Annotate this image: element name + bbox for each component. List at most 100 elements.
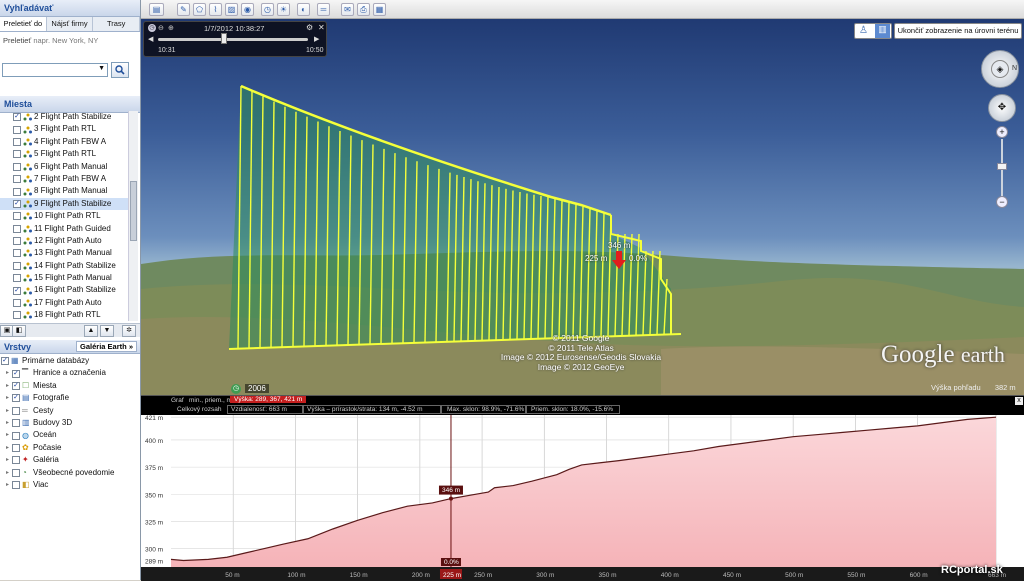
layer-checkbox[interactable] [12, 443, 20, 452]
place-checkbox[interactable] [13, 187, 21, 196]
layer-item[interactable]: ✓ ▦ Primárne databázy [0, 355, 140, 367]
planets-icon[interactable]: ◐ [297, 3, 310, 16]
north-icon[interactable]: N [1012, 65, 1017, 72]
place-item[interactable]: 10 Flight Path RTL [0, 210, 130, 222]
move-up-button[interactable]: ▲ [84, 325, 98, 337]
place-checkbox[interactable] [13, 125, 21, 134]
tab-directions[interactable]: Trasy [93, 17, 140, 31]
layer-checkbox[interactable] [12, 419, 20, 428]
place-checkbox[interactable] [13, 274, 21, 283]
place-checkbox[interactable] [13, 175, 21, 184]
places-scrollbar[interactable] [128, 111, 138, 321]
layer-checkbox[interactable] [12, 468, 20, 477]
search-button[interactable] [111, 62, 129, 78]
place-item[interactable]: ✓ 16 Flight Path Stabilize [0, 284, 130, 296]
layer-checkbox[interactable]: ✓ [12, 394, 20, 403]
layer-item[interactable]: ▸ ═ Cesty [0, 405, 140, 417]
place-checkbox[interactable]: ✓ [13, 286, 21, 295]
time-handle[interactable] [221, 33, 227, 44]
zoom-out-button[interactable]: − [996, 196, 1008, 208]
layer-checkbox[interactable] [12, 456, 20, 465]
time-settings-icon[interactable]: ⚙ [306, 23, 313, 32]
path-icon[interactable]: ⌇ [209, 3, 222, 16]
maps-icon[interactable]: ▦ [373, 3, 386, 16]
place-item[interactable]: 12 Flight Path Auto [0, 235, 130, 247]
place-item[interactable]: 5 Flight Path RTL [0, 148, 130, 160]
move-control[interactable]: ✥ [988, 94, 1016, 122]
place-item[interactable]: ✓ 2 Flight Path Stabilize [0, 111, 130, 123]
place-item[interactable]: 11 Flight Path Guided [0, 223, 130, 235]
place-item[interactable]: 8 Flight Path Manual [0, 185, 130, 197]
placemark-icon[interactable]: ✎ [177, 3, 190, 16]
polygon-icon[interactable]: ⬠ [193, 3, 206, 16]
place-checkbox[interactable] [13, 237, 21, 246]
earth-3d-view[interactable]: 346 m 225 m 0.0% ◷ ⊖ ⊕ 1/7/2012 10:38:27… [141, 19, 1024, 395]
elevation-chart[interactable]: 421 m 400 m 375 m 350 m 325 m 300 m 289 m 50 m 1… [141, 415, 1024, 581]
exit-ground-level-button[interactable]: Ukončiť zobrazenie na úrovni terénu [894, 23, 1022, 39]
layer-item[interactable]: ▸ ✿ Počasie [0, 442, 140, 454]
place-checkbox[interactable] [13, 299, 21, 308]
tour-icon[interactable]: ◉ [241, 3, 254, 16]
sidebar-toggle-icon[interactable]: ▤ [149, 3, 164, 16]
scrollbar-thumb[interactable] [130, 181, 137, 241]
email-icon[interactable]: ✉ [341, 3, 354, 16]
place-checkbox[interactable] [13, 261, 21, 270]
places-toggle-icon[interactable]: ◧ [12, 325, 26, 337]
zoom-slider-handle[interactable] [997, 163, 1007, 170]
layer-item[interactable]: ▸ ✦ Galéria [0, 454, 140, 466]
layer-item[interactable]: ▸ ✓ ☐ Miesta [0, 380, 140, 392]
place-item[interactable]: ✓ 9 Flight Path Stabilize [0, 197, 130, 211]
close-icon[interactable]: ✕ [318, 23, 325, 32]
tab-find-business[interactable]: Nájsť firmy [46, 17, 94, 31]
layer-checkbox[interactable] [12, 406, 20, 415]
layer-item[interactable]: ▸ ✓ ▔ Hranice a označenia [0, 367, 140, 379]
layer-item[interactable]: ▸ ◧ Viac [0, 479, 140, 491]
place-checkbox[interactable] [13, 311, 21, 320]
place-item[interactable]: 3 Flight Path RTL [0, 123, 130, 135]
place-item[interactable]: 7 Flight Path FBW A [0, 173, 130, 185]
place-item[interactable]: 6 Flight Path Manual [0, 161, 130, 173]
place-checkbox[interactable] [13, 137, 21, 146]
layer-item[interactable]: ▸ ✓ ▤ Fotografie [0, 392, 140, 404]
altitude-stats[interactable]: Výška: 289, 367, 421 m [230, 396, 307, 403]
time-forward-icon[interactable]: ▶ [314, 35, 319, 43]
zoom-in-button[interactable]: + [996, 126, 1008, 138]
zoom-out-time-icon[interactable]: ⊖ [158, 24, 164, 32]
layer-checkbox[interactable]: ✓ [12, 369, 20, 378]
place-checkbox[interactable]: ✓ [13, 113, 21, 122]
ground-level-mode-toggle[interactable]: ♙ ▥ [854, 23, 892, 39]
place-item[interactable]: 15 Flight Path Manual [0, 272, 130, 284]
ruler-icon[interactable]: ═ [317, 3, 330, 16]
layer-checkbox[interactable] [12, 481, 20, 490]
place-item[interactable]: 18 Flight Path RTL [0, 309, 130, 321]
time-track[interactable] [158, 38, 308, 41]
place-checkbox[interactable] [13, 162, 21, 171]
layer-checkbox[interactable] [12, 431, 20, 440]
earth-gallery-button[interactable]: Galéria Earth » [76, 341, 137, 352]
layer-item[interactable]: ▸ ◍ Oceán [0, 429, 140, 441]
place-checkbox[interactable]: ✓ [13, 199, 21, 208]
place-checkbox[interactable] [13, 150, 21, 159]
zoom-in-time-icon[interactable]: ⊕ [168, 24, 174, 32]
print-icon[interactable]: ⎙ [357, 3, 370, 16]
move-down-button[interactable]: ▼ [100, 325, 114, 337]
layer-item[interactable]: ▸ ▥ Budovy 3D [0, 417, 140, 429]
clock-icon[interactable]: ◷ [148, 24, 156, 32]
place-item[interactable]: 4 Flight Path FBW A [0, 136, 130, 148]
add-place-icon[interactable]: ✲ [122, 325, 136, 337]
layer-item[interactable]: ▸ ◔ Všeobecné povedomie [0, 467, 140, 479]
place-checkbox[interactable] [13, 224, 21, 233]
place-item[interactable]: 14 Flight Path Stabilize [0, 260, 130, 272]
time-play-icon[interactable]: ◀ [148, 35, 153, 43]
historical-imagery-icon[interactable]: ◷ [231, 384, 241, 394]
fly-to-input[interactable]: ▼ [2, 63, 108, 77]
place-item[interactable]: 13 Flight Path Manual [0, 247, 130, 259]
history-icon[interactable]: ◷ [261, 3, 274, 16]
tab-fly-to[interactable]: Preletieť do [0, 17, 47, 31]
overlay-icon[interactable]: ▨ [225, 3, 238, 16]
zoom-slider-track[interactable] [1001, 139, 1003, 201]
close-profile-button[interactable]: x [1015, 397, 1023, 405]
sunlight-icon[interactable]: ☀ [277, 3, 290, 16]
layer-checkbox[interactable]: ✓ [12, 381, 20, 390]
layer-checkbox[interactable]: ✓ [1, 357, 9, 366]
